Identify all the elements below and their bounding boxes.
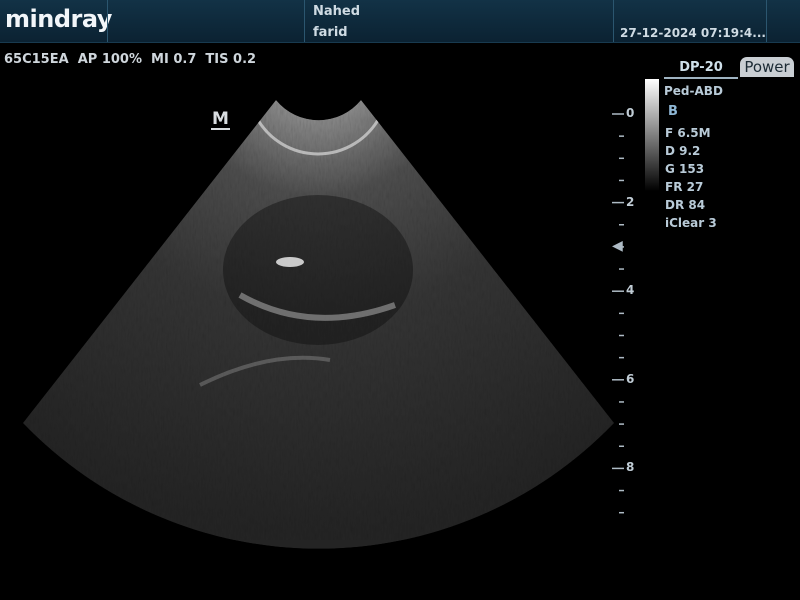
param-frequency: F 6.5M (665, 126, 711, 140)
depth-label: 6 (626, 371, 635, 386)
grayscale-bar (645, 79, 659, 191)
param-iclear: iClear 3 (665, 216, 717, 230)
imaging-mode: B (668, 104, 678, 119)
param-gain: G 153 (665, 162, 705, 176)
depth-label: 0 (626, 106, 635, 120)
image-params-list: F 6.5M D 9.2 G 153 FR 27 DR 84 iClear 3 (665, 124, 717, 232)
param-dynamic-range: DR 84 (665, 198, 706, 212)
tab-power[interactable]: Power (740, 57, 794, 77)
depth-label: 2 (626, 194, 635, 209)
param-frame-rate: FR 27 (665, 180, 704, 194)
depth-label: 8 (626, 460, 635, 475)
depth-scale (612, 113, 624, 514)
image-sector (23, 100, 614, 549)
focus-triangle-icon[interactable]: ◀ (612, 238, 623, 254)
tab-probe[interactable]: DP-20 (664, 57, 738, 79)
exam-preset: Ped-ABD (664, 84, 723, 98)
orientation-marker: M (211, 109, 230, 130)
depth-label: 4 (626, 283, 635, 298)
mode-tabs: DP-20 Power (664, 57, 796, 79)
param-depth: D 9.2 (665, 144, 701, 158)
